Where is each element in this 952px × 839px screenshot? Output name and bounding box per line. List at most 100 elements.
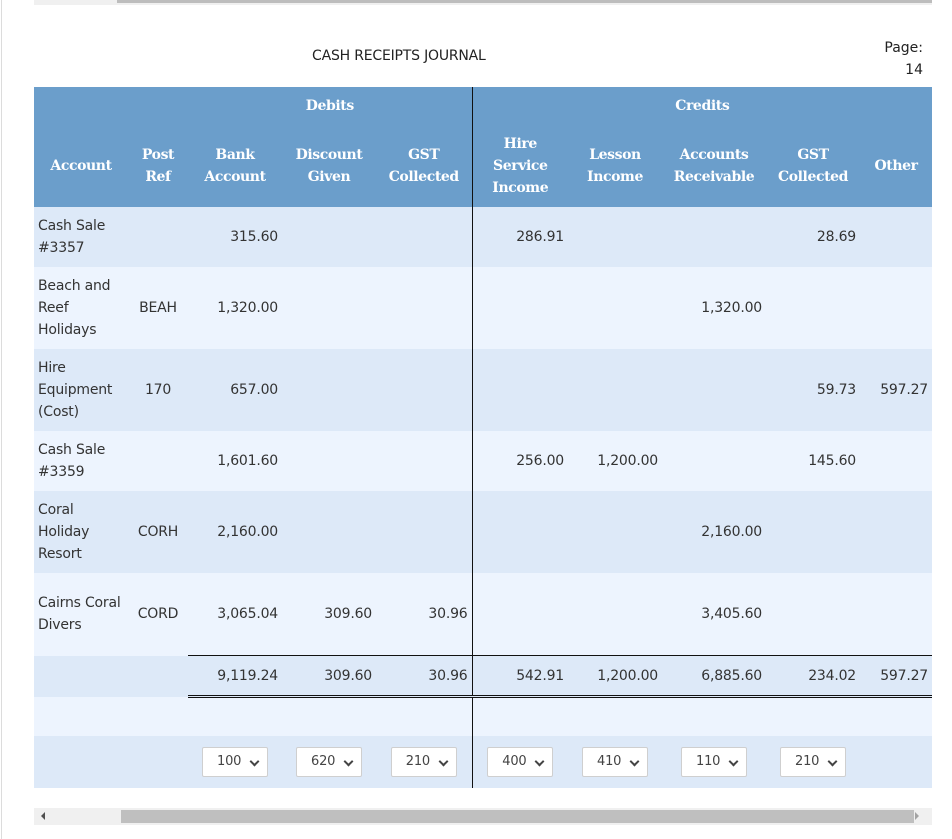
cell-account: Cash Sale #3357 xyxy=(34,207,128,267)
select-cell-discount: 620 xyxy=(282,736,376,788)
cell-other xyxy=(860,431,933,491)
col-post-ref: Post Ref xyxy=(128,124,188,207)
journal-title: CASH RECEIPTS JOURNAL xyxy=(312,48,486,64)
total-lesson: 1,200.00 xyxy=(568,655,663,698)
cell-ar xyxy=(662,431,767,491)
blank-row xyxy=(34,696,933,736)
cell-ar: 3,405.60 xyxy=(662,573,767,656)
chevron-down-icon xyxy=(249,756,260,767)
cell-bank: 657.00 xyxy=(188,349,282,431)
header-columns-row: Account Post Ref Bank Account Discount G… xyxy=(34,124,933,207)
account-select-ar[interactable]: 110 xyxy=(681,747,748,777)
cell-post-ref: BEAH xyxy=(128,267,188,349)
total-gst-debit: 30.96 xyxy=(376,655,473,698)
cell-discount: 309.60 xyxy=(282,573,376,656)
arrow-left-icon[interactable] xyxy=(41,812,45,820)
cell-bank: 1,320.00 xyxy=(188,267,282,349)
journal-row: Beach and Reef Holidays BEAH 1,320.00 1,… xyxy=(34,267,933,349)
cell-gst-debit xyxy=(376,349,473,431)
account-select-lesson[interactable]: 410 xyxy=(582,747,649,777)
cell-gst-debit: 30.96 xyxy=(376,573,473,656)
total-other: 597.27 xyxy=(860,655,933,698)
cell-lesson xyxy=(568,267,663,349)
cell-discount xyxy=(282,207,376,267)
cell-lesson xyxy=(568,207,663,267)
cell-hire xyxy=(471,491,569,573)
total-gst-credit: 234.02 xyxy=(766,655,861,698)
account-select-gst-debit[interactable]: 210 xyxy=(390,747,457,777)
arrow-right-icon[interactable] xyxy=(915,812,919,820)
top-scrollbar[interactable] xyxy=(34,0,932,5)
cell-other xyxy=(860,267,933,349)
cell-ar: 1,320.00 xyxy=(662,267,767,349)
journal-row: Cash Sale #3357 315.60 286.91 28.69 xyxy=(34,207,933,267)
account-select-gst-credit[interactable]: 210 xyxy=(780,747,847,777)
cell-other: 597.27 xyxy=(860,349,933,431)
col-account: Account xyxy=(34,124,128,207)
cell-bank: 315.60 xyxy=(188,207,282,267)
cell-discount xyxy=(282,491,376,573)
cell-bank: 3,065.04 xyxy=(188,573,282,656)
cell-account: Cash Sale #3359 xyxy=(34,431,128,491)
cell-gst-credit xyxy=(766,491,861,573)
total-discount: 309.60 xyxy=(282,655,376,698)
select-value: 210 xyxy=(795,754,820,769)
chevron-down-icon xyxy=(629,756,640,767)
account-select-discount[interactable]: 620 xyxy=(296,747,362,777)
cell-account: Beach and Reef Holidays xyxy=(34,267,128,349)
cell-gst-debit xyxy=(376,431,473,491)
cell-lesson xyxy=(568,573,663,656)
cell-discount xyxy=(282,349,376,431)
cash-receipts-journal-table: Debits Credits Account Post Ref Bank Acc… xyxy=(34,87,933,788)
select-cell-bank: 100 xyxy=(188,736,282,788)
col-bank-account: Bank Account xyxy=(188,124,282,207)
cell-hire: 286.91 xyxy=(471,207,569,267)
cell-hire xyxy=(471,349,569,431)
totals-spacer xyxy=(34,655,128,697)
total-ar: 6,885.60 xyxy=(662,655,767,698)
top-scrollbar-thumb[interactable] xyxy=(117,0,932,3)
cell-other xyxy=(860,573,933,656)
journal-row: Cairns Coral Divers CORD 3,065.04 309.60… xyxy=(34,573,933,656)
col-gst-collected-credit: GST Collected xyxy=(766,124,861,207)
blank-cell xyxy=(34,696,473,736)
select-value: 400 xyxy=(502,754,527,769)
total-bank: 9,119.24 xyxy=(188,655,282,698)
select-value: 110 xyxy=(696,754,721,769)
account-select-bank[interactable]: 100 xyxy=(202,747,268,777)
chevron-down-icon xyxy=(534,756,545,767)
chevron-down-icon xyxy=(827,756,838,767)
cell-post-ref: CORD xyxy=(128,573,188,656)
cell-post-ref xyxy=(128,431,188,491)
col-accounts-receivable: Accounts Receivable xyxy=(662,124,767,207)
bottom-scrollbar-thumb[interactable] xyxy=(121,810,914,823)
cell-discount xyxy=(282,267,376,349)
cell-ar: 2,160.00 xyxy=(662,491,767,573)
select-cell-hire: 400 xyxy=(471,736,569,788)
cell-gst-credit: 59.73 xyxy=(766,349,861,431)
account-select-hire[interactable]: 400 xyxy=(487,747,554,777)
journal-row: Hire Equipment (Cost) 170 657.00 59.73 5… xyxy=(34,349,933,431)
cell-other xyxy=(860,491,933,573)
select-cell-lesson: 410 xyxy=(568,736,663,788)
cell-discount xyxy=(282,431,376,491)
cell-lesson: 1,200.00 xyxy=(568,431,663,491)
cell-hire xyxy=(471,573,569,656)
select-cell-gst-debit: 210 xyxy=(376,736,473,788)
select-cell-gst-credit: 210 xyxy=(766,736,861,788)
select-spacer xyxy=(128,736,188,788)
header-credits: Credits xyxy=(471,87,933,124)
chevron-down-icon xyxy=(343,756,354,767)
cell-account: Hire Equipment (Cost) xyxy=(34,349,128,431)
bottom-scrollbar[interactable] xyxy=(34,808,932,825)
cell-post-ref: CORH xyxy=(128,491,188,573)
cell-lesson xyxy=(568,349,663,431)
select-value: 620 xyxy=(311,754,336,769)
cell-gst-debit xyxy=(376,267,473,349)
page-indicator: Page: 14 xyxy=(884,37,923,81)
cell-post-ref: 170 xyxy=(128,349,188,431)
cell-gst-debit xyxy=(376,491,473,573)
select-value: 210 xyxy=(405,754,430,769)
account-select-row: 100 620 210 400 410 110 210 xyxy=(34,736,933,788)
page-number: 14 xyxy=(905,62,923,78)
